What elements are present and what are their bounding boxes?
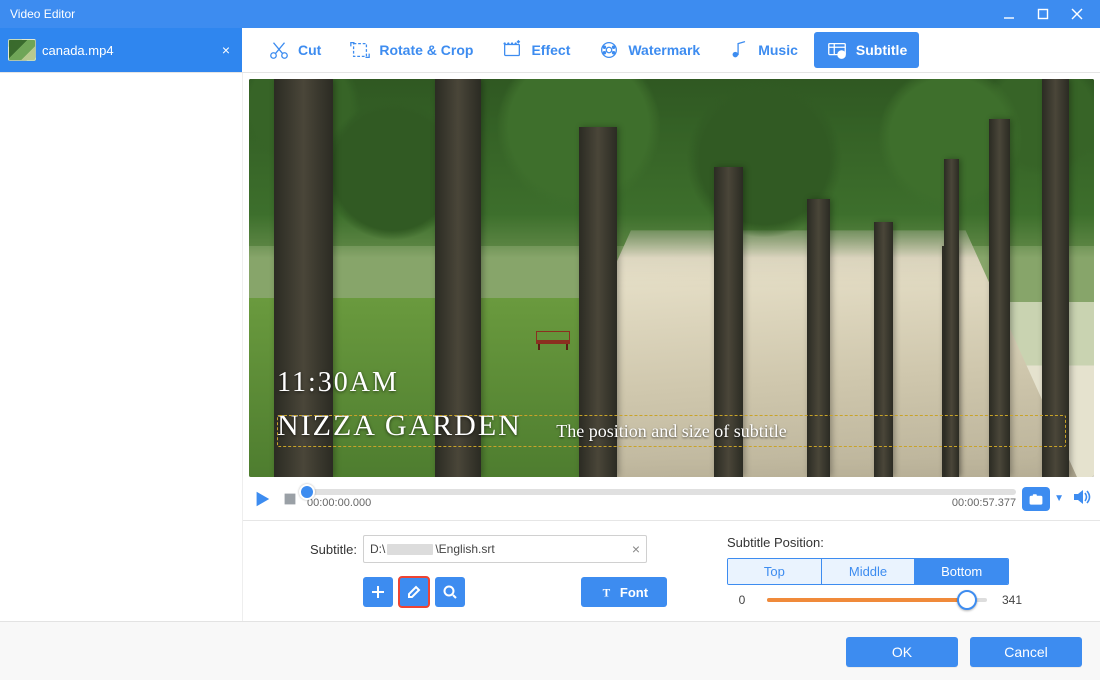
- subtitle-path-label: Subtitle:: [303, 542, 357, 557]
- cancel-button[interactable]: Cancel: [970, 637, 1082, 667]
- slider-min: 0: [727, 593, 757, 607]
- tool-subtitle-label: Subtitle: [856, 42, 907, 58]
- tool-cut[interactable]: Cut: [256, 32, 333, 68]
- font-button[interactable]: T Font: [581, 577, 667, 607]
- footer: OK Cancel: [0, 621, 1100, 680]
- add-subtitle-button[interactable]: [363, 577, 393, 607]
- svg-text:T: T: [840, 52, 843, 57]
- path-prefix: D:\: [370, 542, 385, 556]
- svg-text:T: T: [603, 587, 611, 599]
- title-bar: Video Editor: [0, 0, 1100, 28]
- ok-button[interactable]: OK: [846, 637, 958, 667]
- bench-prop: [536, 334, 570, 350]
- snapshot-dropdown-icon[interactable]: ▼: [1052, 493, 1066, 504]
- volume-button[interactable]: [1072, 487, 1092, 510]
- search-subtitle-button[interactable]: [435, 577, 465, 607]
- tool-music-label: Music: [758, 42, 798, 58]
- tool-effect[interactable]: Effect: [489, 32, 582, 68]
- overlay-time: 11:30AM: [277, 367, 399, 399]
- minimize-button[interactable]: [992, 0, 1026, 28]
- position-top[interactable]: Top: [728, 559, 821, 584]
- time-total: 00:00:57.377: [952, 497, 1016, 509]
- playback-bar: 00:00:00.000 00:00:57.377 ▼: [243, 477, 1100, 520]
- position-label: Subtitle Position:: [727, 535, 1027, 550]
- file-tab-bar: canada.mp4 ×: [0, 28, 242, 72]
- tool-effect-label: Effect: [531, 42, 570, 58]
- subtitle-controls: Subtitle: D:\ \English.srt ×: [243, 520, 1100, 621]
- subtitle-path-input[interactable]: D:\ \English.srt ×: [363, 535, 647, 563]
- path-suffix: \English.srt: [435, 542, 494, 556]
- editor-toolbar: Cut Rotate & Crop Effect Wate: [242, 28, 1100, 72]
- tool-rotate-label: Rotate & Crop: [379, 42, 473, 58]
- close-window-button[interactable]: [1060, 0, 1094, 28]
- close-tab-icon[interactable]: ×: [218, 42, 234, 58]
- stop-button[interactable]: [279, 488, 301, 510]
- file-thumbnail: [8, 39, 36, 61]
- window-title: Video Editor: [6, 7, 992, 21]
- position-segmented: Top Middle Bottom: [727, 558, 1009, 585]
- tool-watermark-label: Watermark: [628, 42, 700, 58]
- subtitle-guide-text: The position and size of subtitle: [556, 421, 786, 442]
- slider-max: 341: [997, 593, 1027, 607]
- path-redacted: [387, 544, 433, 555]
- progress-slider[interactable]: [307, 489, 1016, 495]
- font-button-label: Font: [620, 585, 648, 600]
- tool-music[interactable]: Music: [716, 32, 810, 68]
- subtitle-guide-box[interactable]: The position and size of subtitle: [277, 415, 1066, 447]
- position-bottom[interactable]: Bottom: [914, 559, 1008, 584]
- toolbar-row: canada.mp4 × Cut Rotate & Crop: [0, 28, 1100, 73]
- time-current: 00:00:00.000: [307, 497, 371, 509]
- clear-path-icon[interactable]: ×: [632, 541, 640, 557]
- maximize-button[interactable]: [1026, 0, 1060, 28]
- file-name: canada.mp4: [42, 43, 114, 58]
- sidebar: [0, 73, 243, 621]
- edit-subtitle-button[interactable]: [399, 577, 429, 607]
- tool-watermark[interactable]: Watermark: [586, 32, 712, 68]
- snapshot-button[interactable]: [1022, 487, 1050, 511]
- tool-subtitle[interactable]: T Subtitle: [814, 32, 919, 68]
- play-button[interactable]: [251, 488, 273, 510]
- tool-cut-label: Cut: [298, 42, 321, 58]
- tool-rotate-crop[interactable]: Rotate & Crop: [337, 32, 485, 68]
- position-middle[interactable]: Middle: [821, 559, 915, 584]
- position-slider[interactable]: [767, 598, 987, 602]
- file-tab[interactable]: canada.mp4 ×: [0, 28, 242, 72]
- video-preview[interactable]: 11:30AM NIZZA GARDEN The position and si…: [249, 79, 1094, 477]
